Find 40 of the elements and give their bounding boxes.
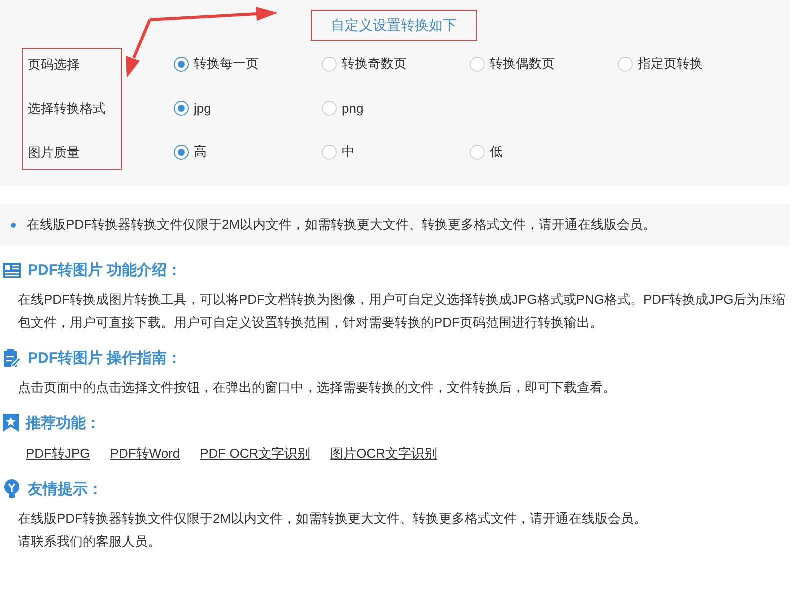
section-heading: 友情提示： <box>28 480 103 498</box>
radio-option[interactable]: 中 <box>322 143 470 161</box>
radio-icon[interactable] <box>174 100 189 116</box>
radio-option[interactable]: 指定页转换 <box>618 55 766 73</box>
section-text: 请联系我们的客服人员。 <box>18 533 162 551</box>
field-label: 图片质量 <box>27 144 81 162</box>
section-text: 点击页面中的点击选择文件按钮，在弹出的窗口中，选择需要转换的文件，文件转换后，即可下载查看。 <box>18 379 617 397</box>
feature-link[interactable]: PDF OCR文字识别 <box>200 442 311 465</box>
radio-icon[interactable] <box>174 56 189 72</box>
notice-text: 在线版PDF转换器转换文件仅限于2M以内文件，如需转换更大文件、转换更多格式文件，请开通在线版会员。 <box>27 216 656 234</box>
radio-option[interactable]: 高 <box>174 143 322 161</box>
feature-link[interactable]: PDF转Word <box>110 442 180 465</box>
radio-option[interactable]: 转换奇数页 <box>322 55 470 73</box>
lightbulb-icon <box>3 479 21 499</box>
radio-option[interactable]: 转换每一页 <box>174 55 322 73</box>
radio-icon[interactable] <box>470 144 485 160</box>
field-label: 选择转换格式 <box>27 100 107 118</box>
radio-icon[interactable] <box>470 56 485 72</box>
radio-icon[interactable] <box>322 144 337 160</box>
radio-icon[interactable] <box>322 100 337 116</box>
section-heading: PDF转图片 功能介绍： <box>28 260 182 280</box>
field-label: 页码选择 <box>27 56 81 74</box>
radio-option[interactable]: jpg <box>174 100 322 116</box>
radio-option[interactable]: 转换偶数页 <box>470 55 618 73</box>
star-bookmark-icon <box>3 414 19 432</box>
section-heading: PDF转图片 操作指南： <box>28 348 182 368</box>
clipboard-pencil-icon <box>3 348 21 368</box>
section-heading: 推荐功能： <box>26 414 101 432</box>
feature-link[interactable]: 图片OCR文字识别 <box>330 442 438 465</box>
document-icon <box>3 262 21 278</box>
settings-title: 自定义设置转换如下 <box>331 16 457 34</box>
section-text: 在线PDF转换成图片转换工具，可以将PDF文档转换为图像，用户可自定义选择转换成JPG格式或PNG格式。PDF转换成JPG后为压缩包文件，用户可直接下载。用户可自定义设置转换范围，针对需要转换的PDF页码范围进行转换输出。 <box>18 291 787 332</box>
radio-option[interactable]: png <box>322 100 470 116</box>
radio-icon[interactable] <box>322 56 337 72</box>
feature-link[interactable]: PDF转JPG <box>26 442 90 465</box>
radio-icon[interactable] <box>618 56 633 72</box>
bullet-icon <box>11 222 16 228</box>
radio-option[interactable]: 低 <box>470 143 618 161</box>
section-text: 在线版PDF转换器转换文件仅限于2M以内文件，如需转换更大文件、转换更多格式文件，请开通在线版会员。 <box>18 510 648 528</box>
radio-icon[interactable] <box>174 144 189 160</box>
